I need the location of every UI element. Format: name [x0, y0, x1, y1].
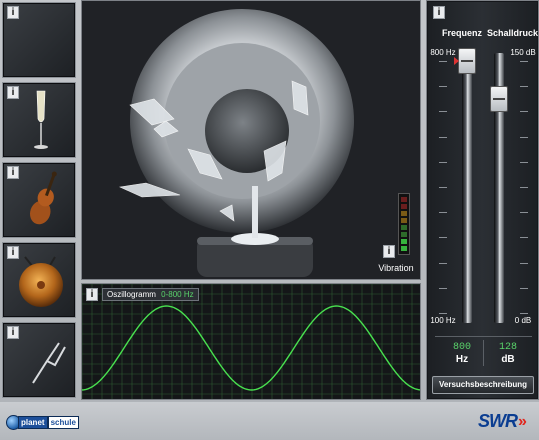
scale-tick	[439, 262, 447, 264]
scale-tick	[439, 212, 447, 214]
meter-led	[401, 218, 407, 223]
swr-arrows-icon: »	[518, 412, 527, 430]
meter-led	[401, 197, 407, 202]
scale-tick	[439, 111, 447, 113]
frequency-marker-icon	[454, 57, 459, 65]
vibration-label: Vibration	[378, 263, 414, 273]
oscillogram-wave	[82, 305, 420, 391]
experiment-stage: i Vibration	[81, 0, 421, 280]
meter-led	[401, 239, 407, 244]
app: i i i i i i Vibration i Oszillogramm 0-8…	[0, 0, 539, 440]
scale-tick	[439, 287, 447, 289]
pressure-slider-handle[interactable]	[490, 85, 508, 112]
scale-tick	[439, 61, 447, 62]
info-icon[interactable]: i	[433, 6, 445, 19]
info-icon[interactable]: i	[86, 288, 98, 301]
scale-tick	[439, 86, 447, 88]
gong-icon	[19, 256, 63, 307]
thumbnail-violin[interactable]: i	[2, 162, 76, 238]
scale-tick	[520, 313, 528, 314]
scale-tick	[439, 187, 447, 188]
meter-led	[401, 211, 407, 216]
vibration-meter	[398, 193, 410, 255]
oscillogram-panel: i Oszillogramm 0-800 Hz	[81, 283, 421, 400]
thumbnail-gong[interactable]: i	[2, 242, 76, 318]
thumbnail-empty[interactable]: i	[2, 2, 76, 78]
scale-tick	[520, 61, 528, 62]
footer: planet schule SWR »	[0, 402, 539, 440]
thumbnail-champagne-glass[interactable]: i	[2, 82, 76, 158]
scale-tick	[439, 313, 447, 314]
scale-tick	[439, 161, 447, 163]
swr-logo-text: SWR	[478, 411, 518, 431]
planet-logo-text: planet	[18, 416, 48, 429]
oscillogram-range: 0-800 Hz	[161, 290, 194, 299]
info-icon[interactable]: i	[7, 6, 19, 19]
scale-tick	[520, 237, 528, 239]
pressure-title: Schalldruck	[487, 28, 539, 38]
violin-icon	[30, 171, 57, 225]
pressure-value: 128	[498, 342, 517, 353]
champagne-glass-icon	[34, 90, 48, 149]
control-panel: i Frequenz Schalldruck 800 Hz 150 dB 100…	[426, 0, 539, 400]
meter-led	[401, 232, 407, 237]
scale-tick	[520, 161, 528, 163]
pressure-unit: dB	[501, 354, 515, 365]
meter-led	[401, 225, 407, 230]
pressure-max-label: 150 dB	[510, 48, 536, 57]
schule-logo-text: schule	[47, 416, 79, 429]
planet-schule-logo[interactable]: planet schule	[6, 414, 79, 431]
scale-tick	[520, 212, 528, 214]
meter-led	[401, 204, 407, 209]
oscillogram-grid	[82, 284, 420, 399]
oscillogram-plot	[82, 284, 420, 399]
info-icon[interactable]: i	[383, 245, 395, 258]
scale-tick	[520, 111, 528, 113]
scale-tick	[520, 86, 528, 88]
frequency-unit: Hz	[455, 354, 469, 365]
tuning-fork-icon	[32, 342, 66, 384]
thumbnail-tuning-fork[interactable]: i	[2, 322, 76, 398]
swr-logo[interactable]: SWR »	[478, 411, 527, 432]
scale-tick	[439, 136, 447, 138]
oscillogram-title: Oszillogramm	[107, 290, 156, 299]
frequency-value: 800	[452, 342, 471, 353]
frequency-slider-handle[interactable]	[458, 48, 476, 74]
value-divider	[435, 336, 532, 337]
meter-led	[401, 246, 407, 251]
pressure-min-label: 0 dB	[514, 316, 532, 325]
value-divider-vertical	[483, 340, 484, 366]
frequency-slider-track[interactable]	[462, 53, 472, 323]
speaker-scene	[82, 1, 420, 279]
frequency-title: Frequenz	[442, 28, 483, 38]
scale-tick	[520, 187, 528, 188]
frequency-min-label: 100 Hz	[430, 316, 456, 325]
experiment-description-button[interactable]: Versuchsbeschreibung	[432, 376, 534, 394]
scale-tick	[520, 287, 528, 289]
scale-tick	[520, 136, 528, 138]
frequency-max-label: 800 Hz	[430, 48, 456, 57]
scale-tick	[439, 237, 447, 239]
oscillogram-header: Oszillogramm 0-800 Hz	[102, 288, 199, 301]
scale-tick	[520, 262, 528, 264]
